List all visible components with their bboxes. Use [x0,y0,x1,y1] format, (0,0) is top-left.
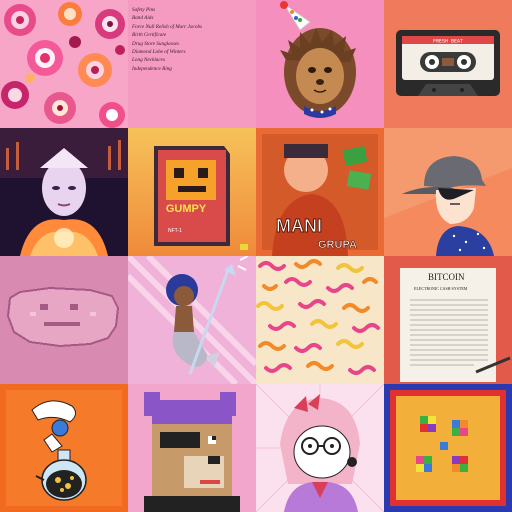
list-item: Force Null Relish of Marc Jacobs [132,23,203,30]
whitepaper-image: BITCOIN ELECTRONIC CASH SYSTEM [384,256,512,384]
list-item: Birth Certificate [132,32,167,39]
tile-cassette-tape[interactable]: FRESH BEAT [384,0,512,128]
cassette-label: FRESH BEAT [433,39,463,45]
mermaid-image [128,256,256,384]
squiggle-image [256,256,384,384]
tile-pixel-pink-blob[interactable] [0,256,128,384]
tile-mermaid-with-trident[interactable] [128,256,256,384]
gumpy-title: GUMPY [166,203,207,215]
tile-item-list[interactable]: Safety Pins Band Aids Force Null Relish … [128,0,256,128]
list-item: Band Aids [132,15,154,22]
gumpy-subtitle: NFT-1 [168,228,182,234]
cassette-image: FRESH BEAT [384,0,512,128]
tile-smurf-potion[interactable] [0,384,128,512]
grupa-text: GRUPA [318,239,357,251]
tile-squiggle-pattern[interactable] [256,256,384,384]
tile-gumpy-cartridge[interactable]: GUMPY NFT-1 [128,128,256,256]
tile-party-hedgehog[interactable] [256,0,384,128]
list-item: Drug Store Sunglasses [132,40,180,47]
tile-capped-boy-portrait[interactable] [384,128,512,256]
mani-text: MANI [276,216,322,236]
tile-glowing-figure-portrait[interactable] [0,128,128,256]
glowing-figure-image [0,128,128,256]
nft-gallery-grid: Safety Pins Band Aids Force Null Relish … [0,0,512,512]
opossum-girl-image [256,384,384,512]
list-item: Safety Pins [132,7,156,13]
tile-opossum-girl-glasses[interactable] [256,384,384,512]
item-list: Safety Pins Band Aids Force Null Relish … [132,6,202,73]
tile-psychedelic-flower-pattern[interactable] [0,0,128,128]
flower-pattern-image [0,0,128,128]
whitepaper-subtitle: ELECTRONIC CASH SYSTEM [414,286,468,291]
mani-grupa-image: MANI GRUPA [256,128,384,256]
list-item: Diamond Lobe of Winters [132,49,186,56]
gumpy-image: GUMPY NFT-1 [128,128,256,256]
rainbow-frame-image [384,384,512,512]
tile-pixel-wolf-eyepatch[interactable] [128,384,256,512]
tile-mani-grupa-poster[interactable]: MANI GRUPA [256,128,384,256]
tile-rainbow-pixel-frame[interactable] [384,384,512,512]
tile-bitcoin-whitepaper[interactable]: BITCOIN ELECTRONIC CASH SYSTEM [384,256,512,384]
hedgehog-image [256,0,384,128]
capped-boy-image [384,128,512,256]
whitepaper-title: BITCOIN [428,272,465,282]
list-item: Long Necklaces [132,57,165,64]
pink-blob-image [0,256,128,384]
pixel-wolf-image [128,384,256,512]
list-item: Independence Ring [132,65,172,72]
smurf-potion-image [0,384,128,512]
